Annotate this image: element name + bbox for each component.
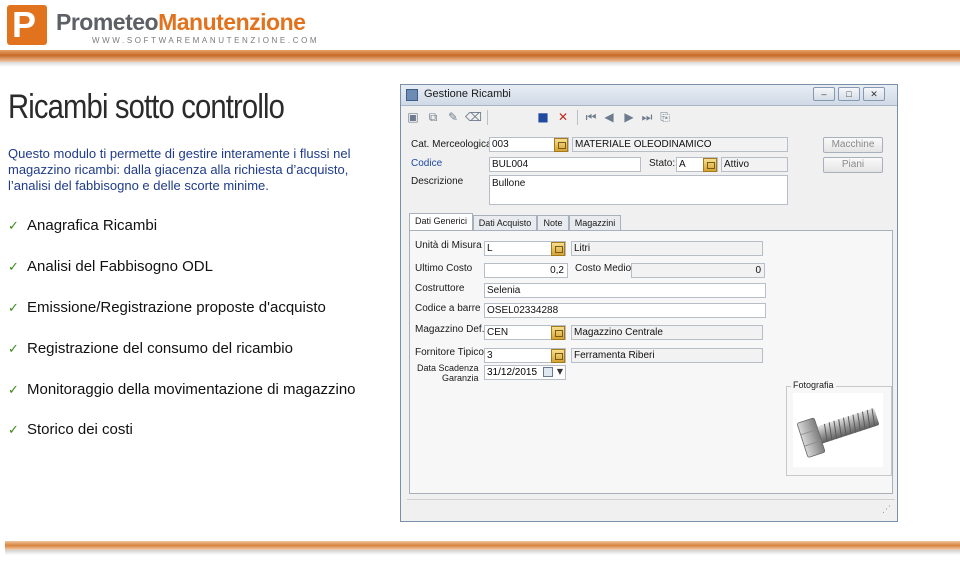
feature-label: Anagrafica Ricambi [27, 217, 158, 234]
slide-intro: Questo modulo ti permette di gestire int… [8, 146, 351, 193]
save-icon[interactable]: ■ [535, 109, 551, 125]
feature-label: Emissione/Registrazione proposte d'acqui… [27, 298, 326, 316]
magazzino-picker-icon[interactable] [551, 326, 565, 340]
app-icon [406, 89, 418, 101]
fotografia-label: Fotografia [791, 380, 836, 390]
window-title: Gestione Ricambi [424, 88, 511, 100]
costo-medio-field: 0 [631, 263, 765, 278]
copy-icon[interactable]: ⧉ [425, 109, 441, 125]
cancel-icon[interactable]: ✕ [555, 109, 571, 125]
tab-note[interactable]: Note [537, 215, 569, 230]
dati-generici-panel: Unità di Misura L Litri Ultimo Costo 0,2… [409, 230, 893, 494]
costo-medio-label: Costo Medio [575, 263, 632, 274]
toolbar-separator [487, 110, 488, 125]
bolt-photo[interactable] [793, 393, 883, 467]
status-bar: ⋰ [407, 499, 895, 518]
costruttore-field[interactable]: Selenia [484, 283, 766, 298]
chevron-down-icon[interactable]: ▼ [557, 367, 563, 376]
descrizione-label: Descrizione [411, 176, 464, 187]
scadenza-label-line1: Data Scadenza [417, 363, 479, 373]
scadenza-garanzia-datepicker[interactable]: 31/12/2015 ▼ [484, 365, 566, 380]
feature-item: ✓ Analisi del Fabbisogno ODL [8, 257, 356, 298]
header-divider [0, 50, 960, 62]
unita-misura-picker-icon[interactable] [551, 242, 565, 256]
tab-dati-generici[interactable]: Dati Generici [409, 213, 473, 230]
codice-barre-field[interactable]: OSEL02334288 [484, 303, 766, 318]
fotografia-group: Fotografia [786, 380, 892, 476]
stato-label: Stato: [649, 158, 676, 169]
footer-divider-shadow [5, 550, 960, 555]
feature-label: Registrazione del consumo del ricambio [27, 339, 293, 357]
feature-item: ✓ Storico dei costi [8, 420, 356, 461]
descrizione-field[interactable]: Bullone [489, 175, 788, 205]
brand-name-part1: Prometeo [56, 9, 159, 35]
feature-list: ✓ Anagrafica Ricambi ✓ Analisi del Fabbiso… [8, 216, 356, 461]
macchine-button[interactable]: Macchine [823, 137, 883, 153]
logo-mark: P [7, 5, 47, 45]
check-icon: ✓ [8, 299, 19, 315]
check-icon: ✓ [8, 258, 19, 274]
feature-item: ✓ Anagrafica Ricambi [8, 216, 356, 257]
close-button[interactable]: ✕ [863, 87, 885, 101]
feature-label: Storico dei costi [27, 421, 133, 439]
tab-dati-acquisto[interactable]: Dati Acquisto [473, 215, 537, 230]
ultimo-costo-label: Ultimo Costo [415, 263, 473, 274]
previous-icon[interactable]: ◀ [601, 109, 617, 125]
ultimo-costo-field[interactable]: 0,2 [484, 263, 568, 278]
magazzino-label: Magazzino Def. [415, 324, 485, 335]
stato-desc-field: Attivo [721, 157, 788, 172]
next-icon[interactable]: ▶ [621, 109, 637, 125]
maximize-button[interactable]: □ [838, 87, 860, 101]
check-icon: ✓ [8, 340, 19, 356]
slide-title: Ricambi sotto controllo [8, 88, 285, 126]
feature-label: Monitoraggio della movimentazione di mag… [27, 380, 356, 398]
minimize-button[interactable]: – [813, 87, 835, 101]
piani-button[interactable]: Piani [823, 157, 883, 173]
cat-merceologica-label: Cat. Merceologica [411, 139, 492, 150]
check-icon: ✓ [8, 381, 19, 397]
bolt-image [797, 408, 879, 458]
scadenza-garanzia-value: 31/12/2015 [487, 367, 538, 378]
unita-misura-desc-field: Litri [571, 241, 763, 256]
unita-misura-label: Unità di Misura [415, 240, 482, 251]
cat-picker-icon[interactable] [554, 138, 568, 152]
codice-barre-label: Codice a barre [415, 303, 481, 314]
resize-grip-icon[interactable]: ⋰ [882, 505, 891, 515]
feature-item: ✓ Monitoraggio della movimentazione di ma… [8, 380, 356, 421]
attach-icon[interactable]: ⎘ [657, 109, 673, 125]
codice-field[interactable]: BUL004 [489, 157, 641, 172]
toolbar-separator [577, 110, 578, 125]
fornitore-picker-icon[interactable] [551, 349, 565, 363]
brand-name: PrometeoManutenzione [56, 9, 306, 36]
new-icon[interactable]: ▣ [405, 109, 421, 125]
header-divider-shadow [0, 62, 960, 67]
footer-divider [5, 541, 960, 550]
brand-url: WWW.SOFTWAREMANUTENZIONE.COM [92, 36, 320, 45]
window-titlebar[interactable]: Gestione Ricambi – □ ✕ [401, 85, 897, 106]
magazzino-desc-field: Magazzino Centrale [571, 325, 763, 340]
edit-icon[interactable]: ✎ [445, 109, 461, 125]
delete-icon[interactable]: ⌫ [465, 109, 482, 125]
last-icon[interactable]: ⏭ [639, 109, 655, 125]
gestione-ricambi-window: Gestione Ricambi – □ ✕ ▣ ⧉ ✎ ⌫ ■ ✕ ⏮ ◀ ▶… [400, 84, 898, 522]
feature-item: ✓ Registrazione del consumo del ricambio [8, 339, 356, 380]
tab-magazzini[interactable]: Magazzini [569, 215, 621, 230]
first-icon[interactable]: ⏮ [583, 109, 599, 125]
fornitore-label: Fornitore Tipico: [415, 347, 487, 358]
calendar-icon[interactable] [543, 367, 553, 377]
cat-merceologica-desc-field: MATERIALE OLEODINAMICO [572, 137, 788, 152]
codice-label: Codice [411, 158, 443, 169]
feature-label: Analisi del Fabbisogno ODL [27, 257, 213, 275]
feature-item: ✓ Emissione/Registrazione proposte d'acqu… [8, 298, 356, 339]
costruttore-label: Costruttore [415, 283, 465, 294]
stato-picker-icon[interactable] [703, 158, 717, 172]
fornitore-desc-field: Ferramenta Riberi [571, 348, 763, 363]
logo-letter: P [12, 4, 37, 45]
scadenza-label-line2: Garanzia [442, 373, 479, 383]
check-icon: ✓ [8, 422, 19, 438]
check-icon: ✓ [8, 218, 19, 233]
brand-name-part2: Manutenzione [158, 9, 306, 35]
